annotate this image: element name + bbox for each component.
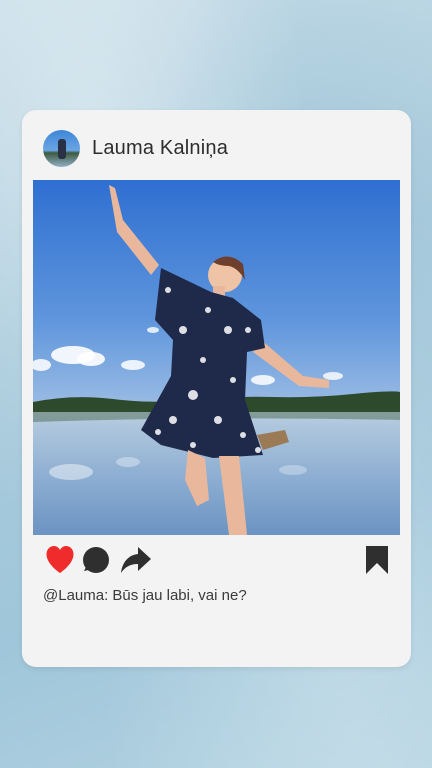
comment-icon[interactable] [82, 545, 110, 580]
avatar[interactable] [43, 129, 80, 167]
post-photo[interactable] [33, 180, 400, 535]
username[interactable]: Lauma Kalniņa [92, 137, 228, 160]
bookmark-icon[interactable] [365, 545, 389, 580]
post-card: Lauma Kalniņa @Lauma: Būs jau labi, vai … [22, 110, 411, 667]
heart-icon[interactable] [44, 545, 76, 580]
action-bar [44, 545, 389, 577]
post-caption: @Lauma: Būs jau labi, vai ne? [43, 587, 247, 604]
post-header: Lauma Kalniņa [43, 129, 228, 167]
share-icon[interactable] [120, 545, 152, 580]
